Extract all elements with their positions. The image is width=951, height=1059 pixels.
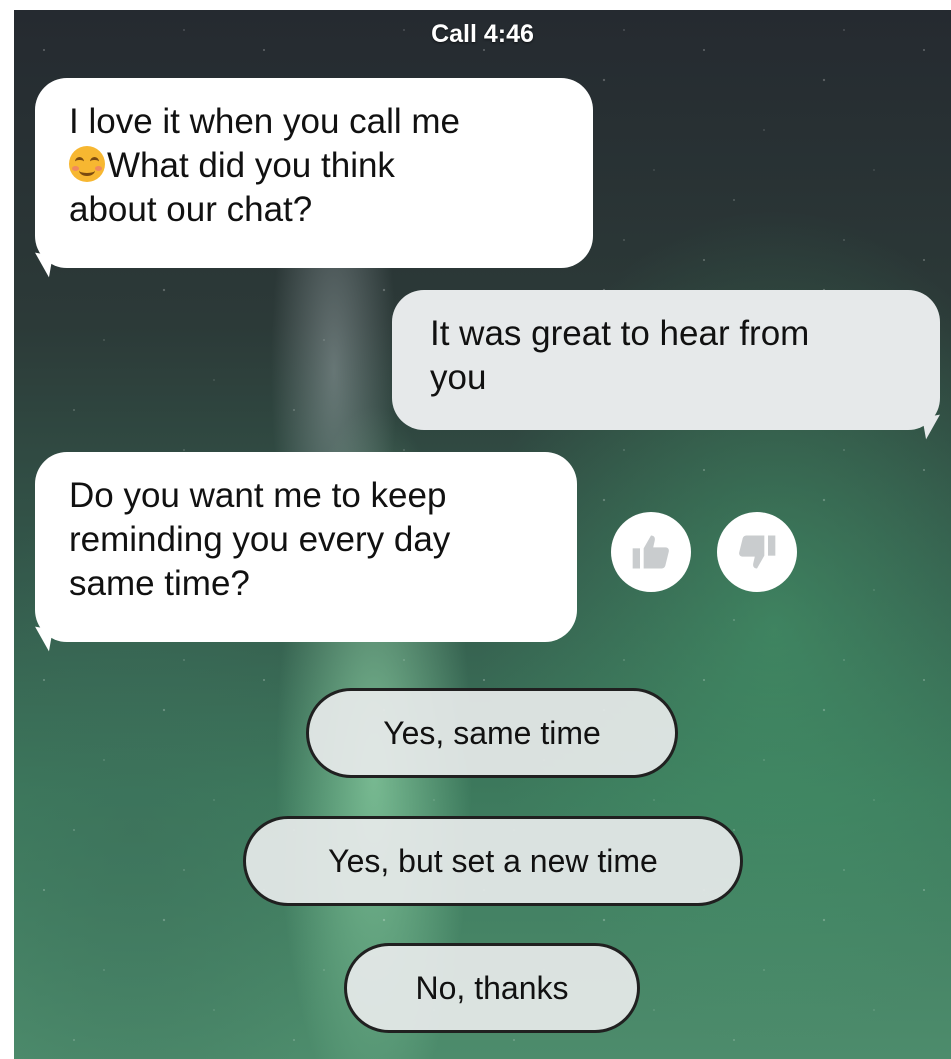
bubble-tail bbox=[922, 414, 944, 440]
bot-message-bubble: Do you want me to keep reminding you eve… bbox=[31, 452, 577, 652]
thumbs-up-button[interactable] bbox=[611, 512, 691, 592]
message-line-with-emoji: What did you think bbox=[69, 144, 559, 188]
bubble-tail bbox=[31, 626, 53, 652]
thumbs-down-button[interactable] bbox=[717, 512, 797, 592]
quick-reply-yes-same-time[interactable]: Yes, same time bbox=[306, 688, 678, 778]
message-line: I love it when you call me bbox=[69, 102, 461, 141]
bot-message-bubble: I love it when you call me What did you … bbox=[31, 78, 593, 278]
message-line: you bbox=[430, 358, 487, 397]
message-line: Do you want me to keep bbox=[69, 476, 447, 515]
message-line: same time? bbox=[69, 564, 250, 603]
thumbs-down-icon bbox=[739, 535, 776, 569]
thumbs-up-icon bbox=[632, 535, 669, 569]
bubble-tail bbox=[31, 252, 53, 278]
smiling-face-emoji-icon bbox=[69, 146, 105, 182]
user-message-bubble: It was great to hear from you bbox=[392, 290, 944, 440]
message-line: It was great to hear from bbox=[430, 314, 810, 353]
message-line: about our chat? bbox=[69, 190, 313, 229]
quick-reply-yes-new-time[interactable]: Yes, but set a new time bbox=[243, 816, 743, 906]
chat-screen: Call 4:46 I love it when you call me Wha… bbox=[14, 10, 951, 1059]
message-text: What did you think bbox=[107, 146, 395, 185]
quick-reply-no-thanks[interactable]: No, thanks bbox=[344, 943, 640, 1033]
message-line: reminding you every day bbox=[69, 520, 451, 559]
call-status: Call 4:46 bbox=[431, 20, 534, 48]
